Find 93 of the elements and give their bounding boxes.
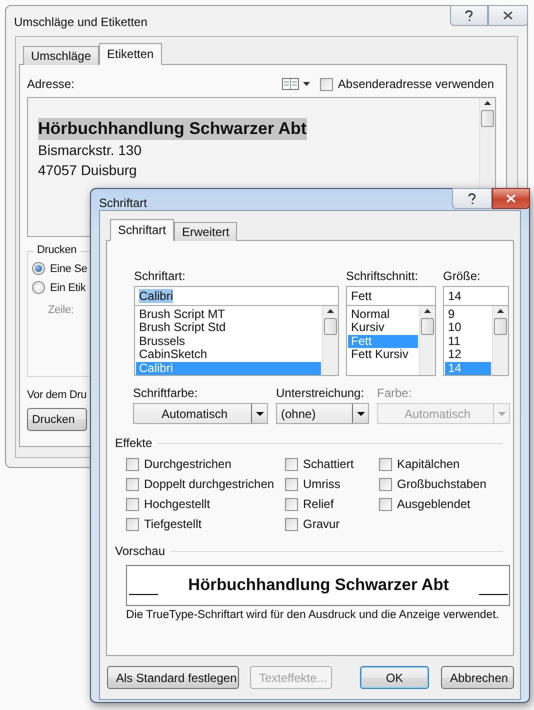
tab[interactable]: Erweitert: [174, 222, 238, 241]
checkbox-label: Tiefgestellt: [144, 517, 202, 531]
address-label: Adresse:: [27, 77, 74, 91]
close-button[interactable]: [488, 5, 528, 26]
help-button[interactable]: [452, 188, 492, 209]
checkbox[interactable]: [285, 458, 298, 470]
checkbox[interactable]: [379, 478, 392, 490]
list-item[interactable]: Kursiv: [348, 321, 418, 335]
input-field[interactable]: Fett: [346, 286, 436, 306]
list-item[interactable]: Fett Kursiv: [348, 348, 418, 362]
window-title: Schriftart: [99, 196, 148, 210]
radio-label: Ein Etik: [50, 282, 86, 294]
address-book-icon[interactable]: [282, 78, 310, 90]
checkbox-label: Großbuchstaben: [397, 477, 486, 491]
input-field[interactable]: 14: [443, 286, 509, 306]
list-item[interactable]: CabinSketch: [136, 348, 321, 362]
tab[interactable]: Umschläge: [23, 46, 100, 65]
scroll-up-icon[interactable]: [424, 309, 431, 313]
checkbox-label: Doppelt durchgestrichen: [144, 477, 274, 491]
field-label: Schriftschnitt:: [346, 269, 420, 283]
group-title: Drucken: [34, 244, 80, 256]
scroll-thumb[interactable]: [481, 110, 494, 127]
checkbox[interactable]: [126, 518, 139, 530]
checkbox-label: Hochgestellt: [144, 497, 210, 511]
checkbox[interactable]: [285, 518, 298, 530]
tab[interactable]: Etiketten: [99, 43, 162, 65]
checkbox[interactable]: [285, 478, 298, 490]
checkbox[interactable]: [379, 458, 392, 470]
field-label: Größe:: [443, 269, 482, 283]
radio-label: Eine Se: [50, 262, 88, 274]
caret-icon: [356, 412, 364, 416]
list-item[interactable]: Normal: [348, 308, 418, 322]
field-label: Schriftfarbe:: [133, 386, 199, 400]
scroll-up-icon[interactable]: [484, 101, 491, 105]
checkbox[interactable]: [126, 458, 139, 470]
caret-icon: [498, 412, 506, 416]
list-item[interactable]: Brush Script Std: [136, 321, 321, 335]
help-icon: [465, 10, 473, 22]
checkbox-label: Absenderadresse verwenden: [338, 77, 494, 91]
help-icon: [468, 192, 476, 204]
checkbox[interactable]: [320, 78, 333, 90]
dropdown[interactable]: Automatisch: [133, 403, 268, 424]
list-item[interactable]: Brush Script MT: [136, 308, 321, 322]
list-item[interactable]: Brussels: [136, 334, 321, 348]
close-button[interactable]: [492, 188, 530, 209]
checkbox-label: Umriss: [303, 477, 340, 491]
scroll-up-icon[interactable]: [327, 309, 334, 313]
address-line: 47057 Duisburg: [38, 161, 137, 180]
checkbox-label: Ausgeblendet: [397, 497, 470, 511]
caret-icon: [256, 412, 264, 416]
dialog-button[interactable]: Abbrechen: [441, 666, 514, 689]
checkbox-label: Gravur: [303, 517, 340, 531]
field-label: Farbe:: [377, 386, 413, 400]
dialog-button[interactable]: OK: [360, 666, 429, 689]
checkbox-label: Relief: [303, 497, 334, 511]
scrollbar[interactable]: [322, 306, 338, 375]
window-title: Umschläge und Etiketten: [14, 15, 148, 29]
field-label: Unterstreichung:: [276, 386, 366, 400]
scroll-thumb[interactable]: [494, 318, 507, 335]
checkbox-label: Kapitälchen: [397, 457, 460, 471]
dialog-button[interactable]: Als Standard festlegen: [107, 666, 239, 689]
row-label: Zeile:: [48, 304, 75, 316]
radio-button[interactable]: [32, 262, 45, 275]
list-item[interactable]: 12: [445, 348, 491, 362]
scroll-thumb[interactable]: [421, 318, 434, 335]
close-icon: [503, 11, 513, 20]
checkbox-label: Durchgestrichen: [144, 457, 232, 471]
section-title: Effekte: [115, 436, 152, 450]
tab[interactable]: Schriftart: [110, 219, 174, 241]
preview-text: Hörbuchhandlung Schwarzer Abt: [188, 576, 449, 595]
dropdown[interactable]: (ohne): [276, 403, 369, 424]
scrollbar[interactable]: [419, 306, 435, 375]
list-item[interactable]: 11: [445, 334, 491, 348]
checkbox[interactable]: [126, 478, 139, 490]
close-icon: [506, 194, 516, 203]
help-button[interactable]: [450, 5, 488, 26]
scroll-up-icon[interactable]: [497, 309, 504, 313]
list-item[interactable]: 10: [445, 321, 491, 335]
scrollbar[interactable]: [492, 306, 508, 375]
print-note-label: Vor dem Dru: [27, 389, 87, 401]
section-title: Vorschau: [115, 544, 166, 558]
address-line: Bismarckstr. 130: [38, 141, 142, 160]
scroll-thumb[interactable]: [324, 318, 337, 335]
checkbox-label: Schattiert: [303, 457, 354, 471]
input-field[interactable]: Calibri: [134, 286, 339, 306]
print-button[interactable]: Drucken: [27, 408, 87, 431]
radio-button[interactable]: [32, 281, 45, 294]
list-item[interactable]: 9: [445, 308, 491, 322]
checkbox[interactable]: [126, 498, 139, 510]
checkbox[interactable]: [285, 498, 298, 510]
info-text: Die TrueType-Schriftart wird für den Ausdruck und die Anzeige verwendet.: [126, 609, 500, 621]
checkbox[interactable]: [379, 498, 392, 510]
field-label: Schriftart:: [134, 269, 186, 283]
